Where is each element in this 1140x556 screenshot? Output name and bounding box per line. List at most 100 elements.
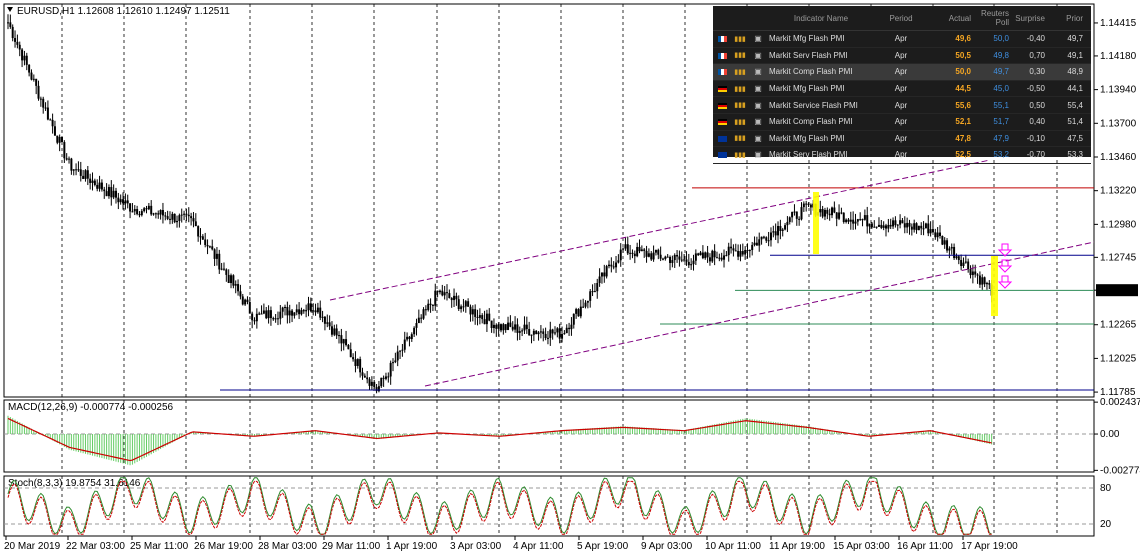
candle-body bbox=[645, 250, 648, 257]
macd-tick-label: -0.002774 bbox=[1100, 465, 1140, 476]
candle-body bbox=[171, 213, 174, 220]
table-row[interactable]: ▮▮▮ ▣ Markit Serv Flash PMI Apr 52,5 53,2 -0,7… bbox=[713, 147, 1091, 164]
candle-body bbox=[436, 290, 439, 293]
candle-body bbox=[939, 232, 942, 237]
table-row[interactable]: ▮▮▮ ▣ Markit Mfg Flash PMI Apr 49,6 50,0 -0,40… bbox=[713, 31, 1091, 48]
candle-body bbox=[873, 226, 876, 228]
price-tick-label: 1.12265 bbox=[1100, 320, 1137, 331]
candle-body bbox=[659, 254, 662, 259]
candle-body bbox=[396, 351, 399, 361]
candle-body bbox=[802, 203, 805, 208]
document-icon: ▣ bbox=[754, 100, 762, 110]
candle-body bbox=[424, 309, 427, 311]
candle-body bbox=[500, 324, 502, 331]
candle-body bbox=[178, 215, 181, 221]
candle-body bbox=[734, 250, 737, 252]
candle-body bbox=[957, 256, 960, 261]
candle-body bbox=[906, 222, 909, 228]
candle-body bbox=[556, 328, 559, 333]
candle-body bbox=[159, 210, 162, 215]
candle-body bbox=[239, 291, 242, 297]
candle-body bbox=[208, 246, 211, 248]
candle-body bbox=[718, 257, 721, 259]
table-row[interactable]: ▮▮▮ ▣ Markit Mfg Flash PMI Apr 47,8 47,9 -0,10… bbox=[713, 131, 1091, 148]
candle-body bbox=[539, 331, 542, 333]
candle-body bbox=[255, 313, 258, 322]
candle-body bbox=[114, 190, 117, 198]
candle-body bbox=[18, 44, 21, 50]
candle-body bbox=[927, 223, 930, 234]
stoch-signal-line bbox=[7, 480, 992, 535]
candle-body bbox=[408, 336, 411, 339]
document-icon: ▣ bbox=[754, 50, 762, 60]
time-tick-label: 4 Apr 11:00 bbox=[513, 541, 564, 552]
surprise: 0,40 bbox=[1029, 117, 1045, 127]
candle-body bbox=[664, 256, 667, 260]
candle-body bbox=[211, 246, 214, 250]
candle-body bbox=[51, 119, 54, 127]
candle-body bbox=[464, 301, 467, 307]
candle-body bbox=[53, 126, 56, 136]
candle-body bbox=[781, 229, 784, 231]
candle-body bbox=[795, 211, 798, 219]
current-price-label: 1.12511 bbox=[1099, 286, 1135, 297]
candle-body bbox=[863, 215, 866, 220]
candle-body bbox=[546, 337, 549, 339]
candle-body bbox=[978, 275, 981, 285]
candle-body bbox=[786, 221, 789, 226]
candle-body bbox=[561, 334, 564, 339]
candle-body bbox=[680, 259, 683, 261]
candle-body bbox=[340, 335, 343, 344]
candle-body bbox=[622, 248, 625, 250]
candle-body bbox=[800, 207, 803, 220]
period: Apr bbox=[894, 100, 908, 110]
candle-body bbox=[582, 306, 585, 308]
candle-body bbox=[119, 199, 122, 203]
period: Apr bbox=[894, 67, 908, 77]
candle-body bbox=[366, 377, 369, 380]
importance-bars-icon: ▮▮▮ bbox=[734, 102, 746, 110]
candle-body bbox=[237, 284, 240, 292]
candle-body bbox=[762, 236, 765, 238]
candle-body bbox=[434, 290, 437, 306]
candle-body bbox=[21, 49, 24, 61]
period: Apr bbox=[894, 150, 908, 160]
candle-body bbox=[131, 211, 134, 213]
table-row[interactable]: ▮▮▮ ▣ Markit Comp Flash PMI Apr 50,0 49,7 0,30… bbox=[713, 64, 1091, 81]
document-icon: ▣ bbox=[754, 84, 762, 94]
document-icon: ▣ bbox=[754, 150, 762, 160]
candle-body bbox=[258, 313, 261, 315]
candle-body bbox=[7, 22, 9, 24]
table-row[interactable]: ▮▮▮ ▣ Markit Serv Flash PMI Apr 50,5 49,8 0,70… bbox=[713, 48, 1091, 65]
candle-body bbox=[164, 215, 167, 217]
candle-body bbox=[687, 261, 690, 266]
candle-body bbox=[112, 190, 115, 198]
candle-body bbox=[204, 239, 207, 245]
candle-body bbox=[133, 209, 136, 212]
candle-body bbox=[948, 248, 951, 251]
candle-body bbox=[765, 237, 768, 241]
candle-body bbox=[46, 107, 49, 120]
candle-body bbox=[971, 271, 974, 276]
candle-body bbox=[565, 327, 568, 334]
table-row[interactable]: ▮▮▮ ▣ Markit Service Flash PMI Apr 55,6 55,1 0… bbox=[713, 97, 1091, 114]
reuters-poll: 53,2 bbox=[993, 150, 1009, 160]
period: Apr bbox=[894, 117, 908, 127]
table-row[interactable]: ▮▮▮ ▣ Markit Mfg Flash PMI Apr 44,5 45,0 -0,50… bbox=[713, 81, 1091, 98]
candle-body bbox=[413, 327, 416, 335]
candle-body bbox=[845, 219, 848, 223]
candle-body bbox=[856, 219, 859, 222]
candle-body bbox=[758, 239, 761, 246]
candle-body bbox=[312, 310, 315, 312]
table-row[interactable]: ▮▮▮ ▣ Markit Comp Flash PMI Apr 52,1 51,7 0,40… bbox=[713, 114, 1091, 131]
time-tick-label: 5 Apr 19:00 bbox=[577, 541, 629, 552]
candle-body bbox=[943, 240, 946, 245]
candle-body bbox=[347, 345, 350, 350]
candle-body bbox=[910, 226, 913, 230]
flag-de-icon bbox=[713, 101, 731, 110]
candle-body bbox=[457, 299, 460, 310]
actual: 44,5 bbox=[955, 84, 971, 94]
candle-body bbox=[471, 309, 474, 315]
candle-body bbox=[32, 78, 35, 80]
candle-body bbox=[704, 252, 707, 259]
